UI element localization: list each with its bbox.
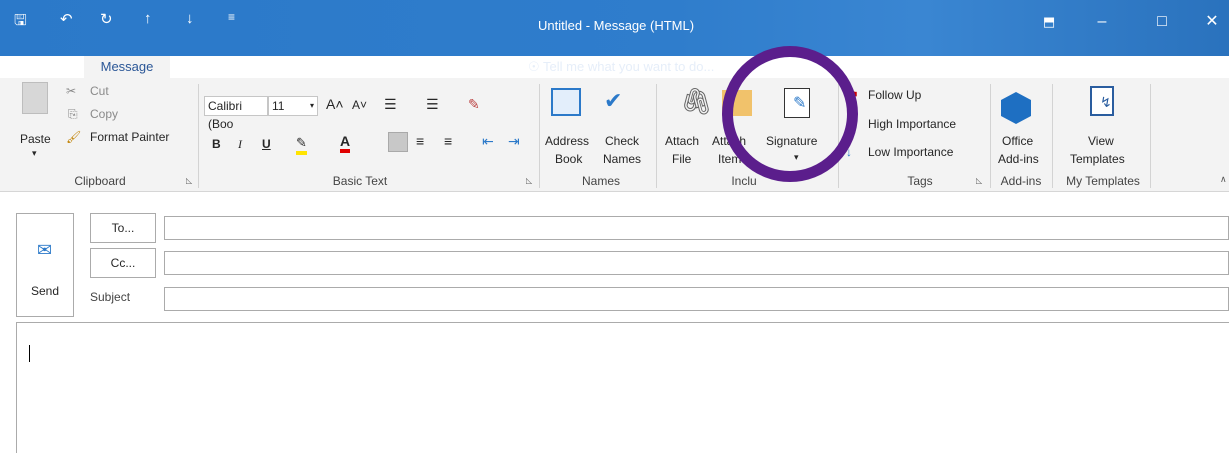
cut-button[interactable]: Cut bbox=[90, 84, 109, 98]
numbering-icon[interactable]: ☰ bbox=[426, 96, 439, 113]
attach-file-line1[interactable]: Attach bbox=[665, 134, 699, 148]
tags-launcher-icon[interactable]: ◺ bbox=[976, 176, 986, 186]
font-name-dropdown[interactable]: Calibri (Boo bbox=[204, 96, 268, 131]
bold-button[interactable]: B bbox=[212, 137, 221, 151]
subject-field[interactable] bbox=[164, 287, 1229, 311]
message-body[interactable] bbox=[16, 322, 1229, 453]
send-label: Send bbox=[30, 284, 60, 298]
align-right-icon[interactable]: ≡ bbox=[444, 133, 452, 149]
text-cursor bbox=[29, 345, 30, 362]
clipboard-launcher-icon[interactable]: ◺ bbox=[186, 176, 196, 186]
basic-text-group-label: Basic Text bbox=[332, 174, 388, 188]
addins-group-label: Add-ins bbox=[1000, 174, 1042, 188]
down-arrow-icon[interactable]: ↓ bbox=[186, 10, 194, 27]
view-templates-icon: ↯ bbox=[1090, 86, 1114, 116]
to-field[interactable] bbox=[164, 216, 1229, 240]
font-size-dropdown[interactable]: 11 ▾ bbox=[268, 96, 318, 116]
low-importance-button[interactable]: Low Importance bbox=[868, 145, 953, 159]
clear-formatting-icon[interactable]: ✎ bbox=[468, 96, 480, 113]
font-color-icon[interactable]: A bbox=[340, 133, 351, 153]
align-center-icon[interactable]: ≡ bbox=[416, 133, 424, 149]
save-icon[interactable]: 🖫 bbox=[14, 10, 27, 35]
paperclip-icon: 🖇 bbox=[680, 86, 714, 116]
follow-up-button[interactable]: Follow Up bbox=[868, 88, 921, 102]
lightbulb-icon: ☉ bbox=[528, 59, 540, 74]
shrink-font-icon[interactable]: A˅ bbox=[352, 98, 367, 112]
attach-file-line2[interactable]: File bbox=[672, 152, 691, 166]
divider bbox=[198, 84, 199, 188]
highlight-circle bbox=[722, 46, 858, 182]
divider bbox=[1052, 84, 1053, 188]
paste-icon bbox=[22, 82, 48, 114]
check-names-icon: ✔ bbox=[604, 88, 623, 113]
title-bar: 🖫 ↶ ↻ ↑ ↓ ≡ Untitled - Message (HTML) ⬒ … bbox=[0, 0, 1229, 56]
format-painter-icon: 🖌 bbox=[66, 130, 82, 144]
divider bbox=[656, 84, 657, 188]
to-button[interactable]: To... bbox=[90, 213, 156, 243]
cc-field[interactable] bbox=[164, 251, 1229, 275]
tell-me-text: Tell me what you want to do... bbox=[543, 59, 715, 74]
divider bbox=[539, 84, 540, 188]
cc-button[interactable]: Cc... bbox=[90, 248, 156, 278]
office-addins-line1[interactable]: Office bbox=[1002, 134, 1033, 148]
font-size-value: 11 bbox=[272, 99, 285, 113]
align-left-icon[interactable] bbox=[388, 132, 408, 152]
address-book-line1[interactable]: Address bbox=[545, 134, 589, 148]
basic-text-launcher-icon[interactable]: ◺ bbox=[526, 176, 536, 186]
up-arrow-icon[interactable]: ↑ bbox=[144, 10, 152, 27]
clipboard-group-label: Clipboard bbox=[74, 174, 126, 188]
copy-button[interactable]: Copy bbox=[90, 107, 118, 121]
italic-button[interactable]: I bbox=[238, 137, 242, 152]
office-addins-icon bbox=[1001, 92, 1031, 124]
check-names-line1[interactable]: Check bbox=[605, 134, 639, 148]
paste-button[interactable]: Paste bbox=[20, 132, 51, 146]
ribbon-display-icon[interactable]: ⬒ bbox=[1034, 10, 1064, 34]
underline-button[interactable]: U bbox=[262, 137, 271, 151]
increase-indent-icon[interactable]: ⇥ bbox=[508, 133, 520, 150]
ribbon: Paste ▾ ✂ Cut ⎘ Copy 🖌 Format Painter Cl… bbox=[0, 78, 1229, 192]
view-templates-line2[interactable]: Templates bbox=[1070, 152, 1125, 166]
chevron-down-icon: ▾ bbox=[309, 101, 314, 110]
font-name-value: Calibri (Boo bbox=[208, 99, 243, 131]
address-book-icon bbox=[551, 88, 581, 116]
divider bbox=[1150, 84, 1151, 188]
lightning-icon: ↯ bbox=[1100, 94, 1112, 110]
divider bbox=[990, 84, 991, 188]
collapse-ribbon-icon[interactable]: ∧ bbox=[1220, 174, 1227, 185]
cut-icon: ✂ bbox=[66, 84, 77, 98]
grow-font-icon[interactable]: A˄ bbox=[326, 96, 344, 112]
office-addins-line2[interactable]: Add-ins bbox=[998, 152, 1039, 166]
undo-icon[interactable]: ↶ bbox=[60, 10, 73, 28]
paste-dropdown-icon[interactable]: ▾ bbox=[32, 148, 37, 159]
customize-qat-icon[interactable]: ≡ bbox=[228, 10, 235, 24]
highlight-icon[interactable]: ✎ bbox=[296, 135, 307, 155]
redo-icon[interactable]: ↻ bbox=[100, 10, 113, 28]
bullets-icon[interactable]: ☰ bbox=[384, 96, 397, 113]
send-button[interactable]: ✉ Send bbox=[16, 213, 74, 317]
send-envelope-icon: ✉ bbox=[37, 240, 53, 260]
window-title: Untitled - Message (HTML) bbox=[538, 18, 695, 33]
address-book-line2[interactable]: Book bbox=[555, 152, 582, 166]
decrease-indent-icon[interactable]: ⇤ bbox=[482, 133, 494, 150]
my-templates-group-label: My Templates bbox=[1066, 174, 1140, 188]
minimize-button[interactable]: – bbox=[1087, 10, 1117, 34]
check-names-line2[interactable]: Names bbox=[603, 152, 641, 166]
close-button[interactable]: ✕ bbox=[1197, 10, 1227, 34]
view-templates-line1[interactable]: View bbox=[1088, 134, 1114, 148]
tell-me-search[interactable]: ☉ Tell me what you want to do... bbox=[528, 56, 714, 78]
high-importance-button[interactable]: High Importance bbox=[868, 117, 956, 131]
format-painter-button[interactable]: Format Painter bbox=[90, 130, 169, 144]
subject-label: Subject bbox=[90, 290, 131, 304]
copy-icon: ⎘ bbox=[68, 107, 78, 121]
names-group-label: Names bbox=[581, 174, 620, 188]
maximize-button[interactable]: □ bbox=[1147, 10, 1177, 34]
tags-group-label: Tags bbox=[907, 174, 933, 188]
